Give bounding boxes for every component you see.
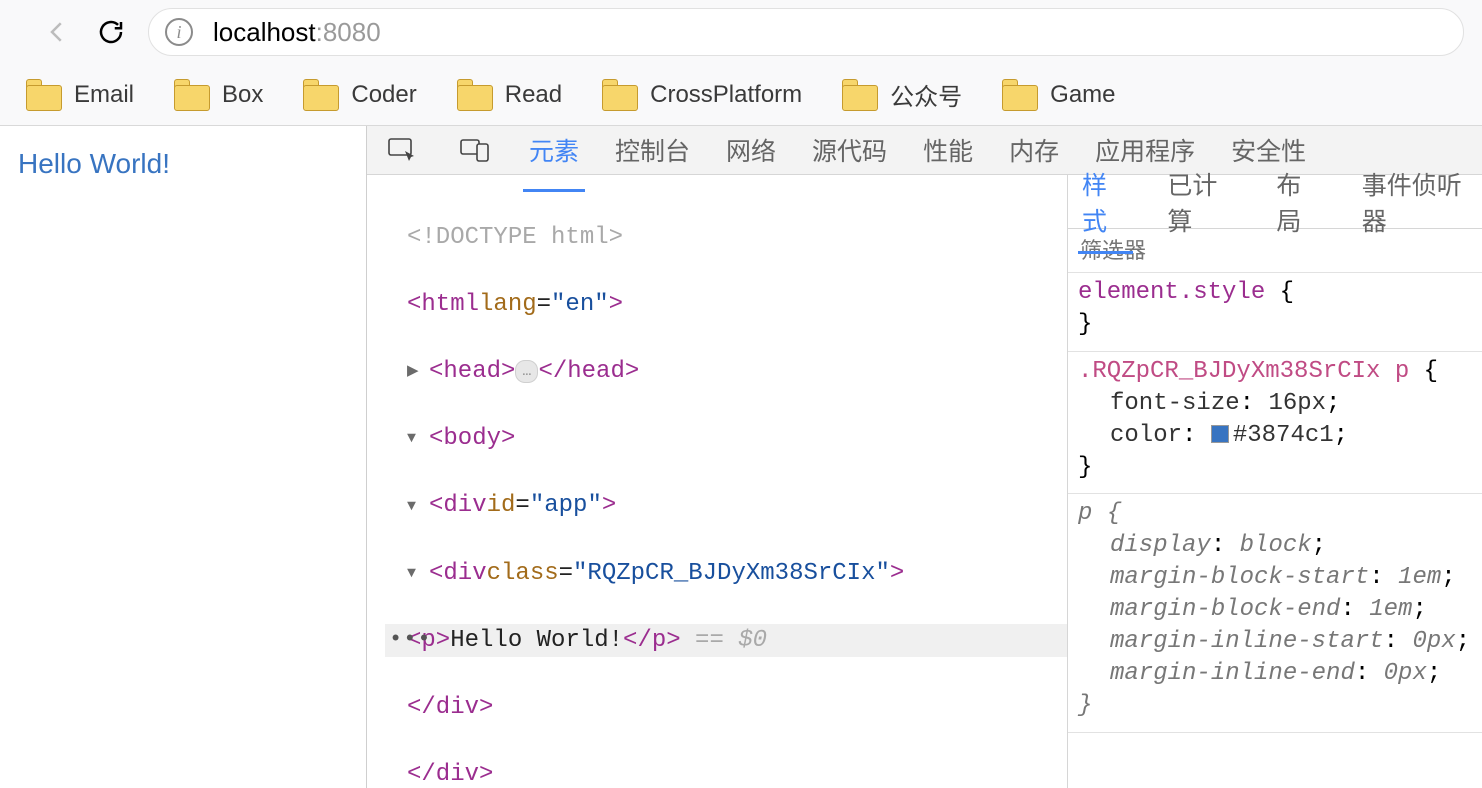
dom-tree[interactable]: <!DOCTYPE html> <html lang="en"> ▶<head>… bbox=[367, 175, 1067, 788]
address-bar[interactable]: i localhost:8080 bbox=[148, 8, 1464, 56]
devtools: 元素 控制台 网络 源代码 性能 内存 应用程序 安全性 <!DOCTYPE h… bbox=[366, 126, 1482, 788]
gutter-dots: ••• bbox=[389, 625, 432, 656]
bookmark-folder[interactable]: Email bbox=[26, 81, 134, 109]
tab-sources[interactable]: 源代码 bbox=[808, 126, 891, 174]
folder-icon bbox=[602, 81, 636, 109]
dom-line[interactable]: <!DOCTYPE html> bbox=[385, 221, 1067, 255]
url-port: :8080 bbox=[316, 17, 381, 47]
folder-icon bbox=[457, 81, 491, 109]
style-rule-ua[interactable]: p { display: block; margin-block-start: … bbox=[1068, 494, 1482, 732]
site-info-icon[interactable]: i bbox=[165, 18, 193, 46]
url-host: localhost bbox=[213, 17, 316, 47]
bookmark-folder[interactable]: 公众号 bbox=[842, 77, 962, 112]
styles-tab-layout[interactable]: 布局 bbox=[1274, 162, 1325, 242]
dom-line[interactable]: ▼<div class="RQZpCR_BJDyXm38SrCIx"> bbox=[385, 557, 1067, 591]
reload-icon[interactable] bbox=[94, 15, 128, 49]
folder-icon bbox=[26, 81, 60, 109]
color-swatch[interactable] bbox=[1211, 425, 1229, 443]
tab-elements[interactable]: 元素 bbox=[525, 126, 583, 174]
folder-icon bbox=[174, 81, 208, 109]
styles-tab-events[interactable]: 事件侦听器 bbox=[1360, 162, 1482, 242]
ellipsis-badge[interactable]: … bbox=[515, 360, 538, 383]
folder-icon bbox=[303, 81, 337, 109]
tab-performance[interactable]: 性能 bbox=[919, 126, 977, 174]
browser-toolbar: i localhost:8080 bbox=[0, 0, 1482, 64]
bookmark-folder[interactable]: CrossPlatform bbox=[602, 81, 802, 109]
tab-memory[interactable]: 内存 bbox=[1005, 126, 1063, 174]
dom-line[interactable]: ▶<head>…</head> bbox=[385, 355, 1067, 389]
styles-panel: 样式 已计算 布局 事件侦听器 element.style { } bbox=[1067, 175, 1482, 788]
dom-line[interactable]: ▼<body> bbox=[385, 422, 1067, 456]
style-rule-element[interactable]: element.style { } bbox=[1068, 273, 1482, 352]
styles-tab-styles[interactable]: 样式 bbox=[1080, 162, 1131, 242]
bookmark-folder[interactable]: Box bbox=[174, 81, 263, 109]
tab-console[interactable]: 控制台 bbox=[611, 126, 694, 174]
folder-icon bbox=[1002, 81, 1036, 109]
device-toolbar-icon[interactable] bbox=[453, 128, 497, 172]
bookmark-folder[interactable]: Read bbox=[457, 81, 562, 109]
back-icon[interactable] bbox=[40, 15, 74, 49]
dom-line[interactable]: ▼<div id="app"> bbox=[385, 489, 1067, 523]
hello-text: Hello World! bbox=[18, 148, 348, 180]
bookmarks-bar: Email Box Coder Read CrossPlatform 公众号 G… bbox=[0, 64, 1482, 126]
style-rule-class[interactable]: .RQZpCR_BJDyXm38SrCIx p { font-size: 16p… bbox=[1068, 352, 1482, 495]
bookmark-folder[interactable]: Coder bbox=[303, 81, 416, 109]
tab-network[interactable]: 网络 bbox=[722, 126, 780, 174]
dom-line-selected[interactable]: ••• <p>Hello World!</p> == $0 bbox=[385, 624, 1067, 658]
dom-line[interactable]: <html lang="en"> bbox=[385, 288, 1067, 322]
dom-line[interactable]: </div> bbox=[385, 691, 1067, 725]
dom-line[interactable]: </div> bbox=[385, 758, 1067, 788]
bookmark-folder[interactable]: Game bbox=[1002, 81, 1115, 109]
folder-icon bbox=[842, 81, 876, 109]
styles-tab-computed[interactable]: 已计算 bbox=[1165, 162, 1240, 242]
select-element-icon[interactable] bbox=[381, 128, 425, 172]
rendered-page: Hello World! bbox=[0, 126, 366, 788]
